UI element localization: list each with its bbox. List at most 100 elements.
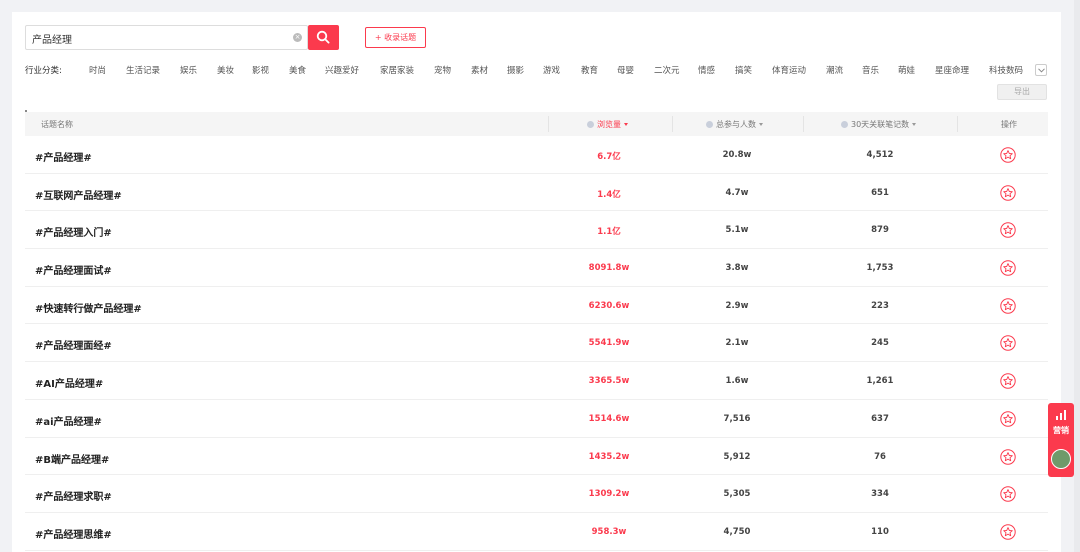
table-row[interactable]: #ai产品经理# 1514.6w 7,516 637 [25,400,1048,438]
favorite-star-icon[interactable] [1000,184,1016,204]
views-value: 1.1亿 [597,227,621,238]
favorite-star-icon[interactable] [1000,373,1016,392]
category-item[interactable]: 影视 [252,64,269,76]
search-box: × [25,25,308,50]
export-button[interactable]: 导出 [997,84,1047,100]
expand-categories-button[interactable] [1035,64,1047,76]
table-row[interactable]: #产品经理面试# 8091.8w 3.8w 1,753 [25,249,1048,287]
topic-name[interactable]: #产品经理# [35,149,92,164]
views-value: 6230.6w [588,300,630,311]
category-item[interactable]: 兴趣爱好 [325,64,359,76]
category-item[interactable]: 潮流 [826,64,843,76]
topic-name[interactable]: #产品经理入门# [35,224,112,239]
category-item[interactable]: 时尚 [89,64,106,76]
topic-name[interactable]: #AI产品经理# [35,375,103,390]
category-item[interactable]: 萌娃 [898,64,915,76]
avatar[interactable] [1051,449,1071,469]
topic-table: 话题名称 浏览量 总参与人数 30天关联笔记数 操作 #产品经理# 6.7亿 20.… [25,112,1048,551]
header-divider [672,116,673,132]
clear-icon[interactable]: × [293,33,302,42]
search-input[interactable] [32,30,287,46]
category-item[interactable]: 家居家装 [380,64,414,76]
category-item[interactable]: 母婴 [617,64,634,76]
views-value: 1.4亿 [597,189,621,200]
views-value: 1514.6w [588,413,630,424]
category-label: 行业分类: [25,66,62,76]
header-participants[interactable]: 总参与人数 [706,119,763,130]
notes-value: 1,753 [866,263,894,274]
info-icon [587,121,594,128]
table-row[interactable]: #产品经理思维# 958.3w 4,750 110 [25,513,1048,551]
topic-name[interactable]: #产品经理面经# [35,337,112,352]
notes-value: 1,261 [866,376,894,387]
views-value: 3365.5w [588,376,630,387]
category-item[interactable]: 搞笑 [735,64,752,76]
category-item[interactable]: 摄影 [507,64,524,76]
topic-name[interactable]: #产品经理面试# [35,262,112,277]
category-item[interactable]: 素材 [471,64,488,76]
page-scrollbar[interactable] [1074,0,1080,552]
table-row[interactable]: #快速转行做产品经理# 6230.6w 2.9w 223 [25,287,1048,325]
favorite-star-icon[interactable] [1000,298,1016,317]
table-row[interactable]: #AI产品经理# 3365.5w 1.6w 1,261 [25,362,1048,400]
header-views[interactable]: 浏览量 [587,119,628,130]
header-name: 话题名称 [41,120,73,129]
search-icon [316,30,330,44]
notes-value: 879 [871,225,889,236]
table-row[interactable]: #产品经理入门# 1.1亿 5.1w 879 [25,211,1048,250]
participants-value: 5.1w [725,225,749,236]
header-divider [548,116,549,132]
notes-value: 4,512 [866,150,894,160]
category-item[interactable]: 宠物 [434,64,451,76]
chevron-down-icon [1038,68,1045,73]
header-notes[interactable]: 30天关联笔记数 [841,119,917,130]
category-item[interactable]: 音乐 [862,64,879,76]
favorite-star-icon[interactable] [1000,411,1016,430]
topic-name[interactable]: #产品经理思维# [35,526,112,541]
notes-value: 223 [871,300,889,311]
category-item[interactable]: 科技数码 [989,64,1023,76]
favorite-star-icon[interactable] [1000,335,1016,354]
favorite-star-icon[interactable] [1000,222,1016,241]
topic-name[interactable]: #互联网产品经理# [35,187,122,202]
table-row[interactable]: #B端产品经理# 1435.2w 5,912 76 [25,438,1048,476]
sort-icon [759,123,763,126]
table-row[interactable]: #产品经理# 6.7亿 20.8w 4,512 [25,136,1048,174]
favorite-star-icon[interactable] [1000,486,1016,505]
category-item[interactable]: 星座命理 [935,64,969,76]
category-item[interactable]: 美妆 [217,64,234,76]
participants-value: 5,305 [723,489,751,500]
notes-value: 334 [871,489,889,500]
views-value: 5541.9w [588,338,630,349]
category-item[interactable]: 娱乐 [180,64,197,76]
info-icon [841,121,848,128]
category-item[interactable]: 生活记录 [126,64,160,76]
topic-name[interactable]: #产品经理求职# [35,488,112,503]
favorite-star-icon[interactable] [1000,147,1016,166]
category-item[interactable]: 游戏 [543,64,560,76]
topic-name[interactable]: #快速转行做产品经理# [35,300,142,315]
participants-value: 3.8w [725,263,749,274]
marketing-widget[interactable]: 营销 [1048,403,1074,477]
favorite-star-icon[interactable] [1000,260,1016,279]
category-item[interactable]: 情感 [698,64,715,76]
main-card: × + 收录话题 行业分类: 时尚 生活记录 娱乐 美妆 影视 美食 兴趣爱好 家居家装 宠物 素… [12,12,1061,552]
category-item[interactable]: 体育运动 [772,64,806,76]
table-header: 话题名称 浏览量 总参与人数 30天关联笔记数 操作 [25,112,1048,136]
add-topic-button[interactable]: + 收录话题 [365,27,426,48]
views-value: 958.3w [591,526,627,537]
favorite-star-icon[interactable] [1000,524,1016,543]
table-row[interactable]: #互联网产品经理# 1.4亿 4.7w 651 [25,174,1048,212]
topic-name[interactable]: #ai产品经理# [35,413,102,428]
table-row[interactable]: #产品经理面经# 5541.9w 2.1w 245 [25,324,1048,363]
category-item[interactable]: 美食 [289,64,306,76]
sort-icon [912,123,917,126]
participants-value: 2.9w [725,300,749,311]
search-button[interactable] [308,25,339,50]
topic-name[interactable]: #B端产品经理# [35,451,109,466]
participants-value: 20.8w [722,150,752,160]
table-row[interactable]: #产品经理求职# 1309.2w 5,305 334 [25,475,1048,513]
category-item[interactable]: 二次元 [654,64,680,76]
favorite-star-icon[interactable] [1000,448,1016,468]
category-item[interactable]: 教育 [581,64,598,76]
